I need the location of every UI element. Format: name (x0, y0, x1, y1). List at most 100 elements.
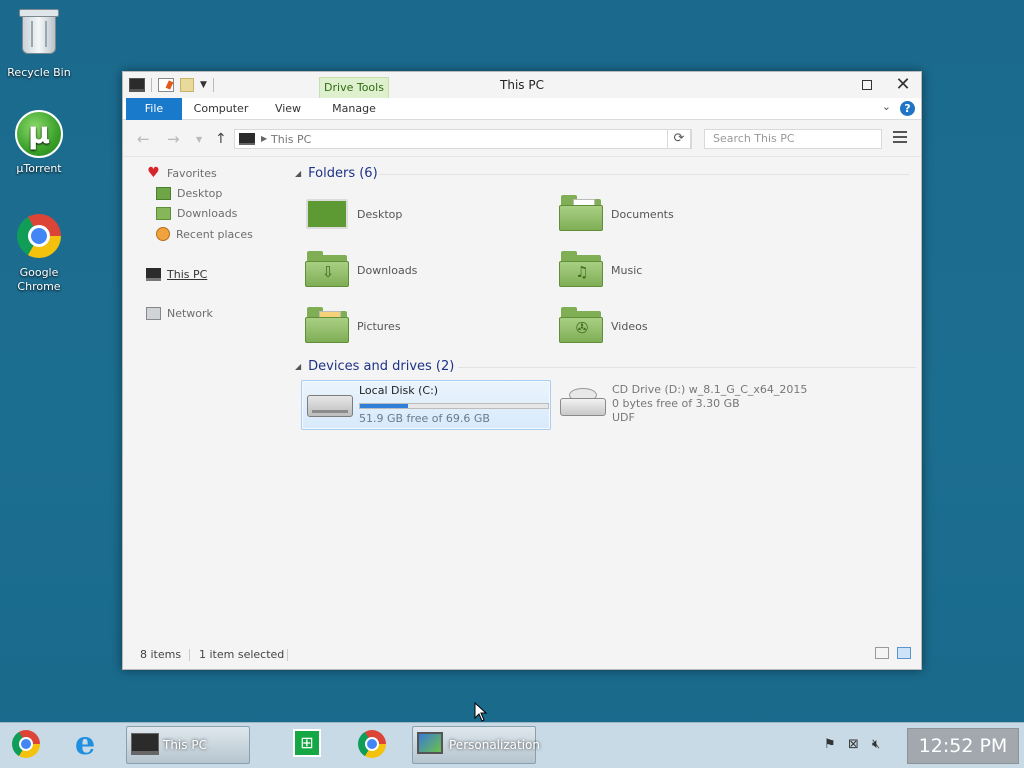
forward-arrow-icon[interactable]: → (167, 130, 180, 148)
drive-free-space: 0 bytes free of 3.30 GB (612, 397, 740, 410)
sidebar-item-label: Desktop (177, 187, 223, 200)
this-pc-icon (146, 268, 161, 281)
sidebar-item-downloads[interactable]: Downloads (156, 207, 237, 220)
this-pc-icon (131, 733, 159, 755)
folder-documents[interactable]: Documents (559, 192, 799, 236)
group-title: Devices and drives (2) (308, 359, 455, 374)
hard-disk-icon (307, 395, 353, 417)
navigation-pane: ♥ Favorites Desktop Downloads Recent pla… (123, 158, 283, 641)
maximize-icon (862, 80, 872, 90)
ribbon-tabs: File Computer View Manage ⌄ ? (123, 98, 921, 120)
downloads-folder-icon: ⇩ (305, 251, 351, 289)
drive-name: CD Drive (D:) w_8.1_G_C_x64_2015 (612, 383, 808, 396)
window-title: This PC (500, 78, 544, 92)
sidebar-item-label: Favorites (167, 167, 217, 180)
divider (379, 174, 909, 175)
taskbar-item-label: This PC (163, 738, 207, 752)
sidebar-item-network[interactable]: Network (146, 307, 213, 320)
taskbar-personalization[interactable]: Personalization (412, 726, 540, 764)
folder-pictures[interactable]: Pictures (305, 304, 545, 348)
cd-drive-icon (560, 388, 606, 418)
expand-ribbon-chevron-icon[interactable]: ⌄ (882, 100, 891, 113)
collapse-triangle-icon[interactable]: ◢ (295, 362, 301, 371)
taskbar-internet-explorer[interactable]: e (68, 726, 102, 764)
folder-videos[interactable]: ✇ Videos (559, 304, 799, 348)
volume-muted-icon[interactable]: 🔇︎ (872, 737, 880, 752)
folder-downloads[interactable]: ⇩ Downloads (305, 248, 545, 292)
divider (458, 367, 916, 368)
desktop-icon-recycle-bin[interactable]: Recycle Bin (1, 9, 77, 80)
back-arrow-icon[interactable]: ← (137, 130, 150, 148)
view-switcher (875, 647, 911, 659)
sidebar-item-label: This PC (167, 268, 208, 281)
up-arrow-icon[interactable]: ↑ (215, 131, 227, 147)
menu-icon[interactable] (893, 131, 907, 144)
taskbar-chrome[interactable] (354, 726, 390, 764)
folder-label: Desktop (357, 207, 403, 221)
close-button[interactable]: ✕ (885, 72, 921, 98)
drive-usage-bar (359, 403, 549, 409)
explorer-window: ▼ Drive Tools This PC ✕ File Computer Vi… (122, 71, 922, 670)
tab-manage[interactable]: Manage (323, 98, 385, 120)
documents-folder-icon (559, 195, 605, 233)
drives-group-header[interactable]: ◢ Devices and drives (2) (295, 359, 916, 374)
sidebar-item-recent-places[interactable]: Recent places (156, 227, 253, 241)
downloads-icon (156, 207, 171, 220)
folder-label: Music (611, 263, 643, 277)
refresh-button[interactable]: ⟳ (667, 129, 691, 149)
action-center-flag-icon[interactable]: ⚑ (824, 737, 836, 752)
videos-folder-icon: ✇ (559, 307, 605, 345)
personalization-icon (417, 732, 443, 754)
recent-locations-chevron-icon[interactable]: ▼ (196, 135, 202, 144)
folder-desktop[interactable]: Desktop (305, 192, 545, 236)
desktop-icon-utorrent[interactable]: µ µTorrent (1, 110, 77, 176)
drive-filesystem: UDF (612, 411, 635, 424)
breadcrumb[interactable]: This PC (271, 133, 311, 146)
maximize-button[interactable] (849, 72, 885, 98)
collapse-triangle-icon[interactable]: ◢ (295, 169, 301, 178)
sidebar-item-desktop[interactable]: Desktop (156, 187, 222, 200)
sidebar-item-label: Downloads (177, 207, 238, 220)
drive-name: Local Disk (C:) (359, 384, 439, 397)
taskbar: e This PC ⊞ Personalization ⚑ ⊠ 🔇︎ 12:52… (0, 722, 1024, 768)
tab-computer[interactable]: Computer (189, 98, 253, 120)
item-count: 8 items (140, 648, 182, 661)
utorrent-icon: µ (15, 110, 63, 158)
address-bar[interactable]: ▶ This PC ⌄ (234, 129, 692, 149)
taskbar-this-pc[interactable]: This PC (126, 726, 250, 764)
sidebar-item-favorites[interactable]: ♥ Favorites (146, 165, 217, 181)
folder-music[interactable]: ♫ Music (559, 248, 799, 292)
title-bar[interactable]: ▼ Drive Tools This PC ✕ (123, 72, 921, 98)
pictures-folder-icon (305, 307, 351, 345)
tab-file[interactable]: File (126, 98, 182, 120)
heart-icon: ♥ (147, 165, 160, 181)
sidebar-item-this-pc[interactable]: This PC (146, 268, 207, 281)
taskbar-store[interactable]: ⊞ (290, 726, 324, 764)
recycle-bin-icon (15, 9, 63, 62)
desktop-icon-google-chrome[interactable]: Google Chrome (1, 214, 77, 294)
recent-places-icon (156, 227, 170, 241)
large-icons-view-icon[interactable] (897, 647, 911, 659)
taskbar-item-label: Personalization (449, 738, 540, 752)
navigation-bar: ← → ▼ ↑ ▶ This PC ⌄ ⟳ Search This PC (123, 121, 921, 157)
music-folder-icon: ♫ (559, 251, 605, 289)
folders-group-header[interactable]: ◢ Folders (6) (295, 166, 909, 181)
folder-label: Documents (611, 207, 674, 221)
folder-label: Downloads (357, 263, 418, 277)
help-button[interactable]: ? (900, 101, 915, 116)
sidebar-item-label: Network (167, 307, 213, 320)
network-status-icon[interactable]: ⊠ (848, 737, 859, 752)
drive-cd-d[interactable]: CD Drive (D:) w_8.1_G_C_x64_2015 0 bytes… (555, 380, 815, 430)
internet-explorer-icon: e (74, 724, 96, 762)
group-title: Folders (6) (308, 166, 378, 181)
tab-view[interactable]: View (263, 98, 313, 120)
drive-local-disk-c[interactable]: Local Disk (C:) 51.9 GB free of 69.6 GB (301, 380, 551, 430)
taskbar-clock[interactable]: 12:52 PM (907, 728, 1019, 764)
content-pane: ◢ Folders (6) Desktop Documents ⇩ Downlo… (289, 158, 921, 641)
details-view-icon[interactable] (875, 647, 889, 659)
search-input[interactable]: Search This PC (704, 129, 882, 149)
breadcrumb-separator-icon[interactable]: ▶ (261, 134, 267, 143)
taskbar-chrome-canary[interactable] (8, 726, 44, 764)
this-pc-icon (239, 133, 255, 145)
chrome-icon (15, 214, 63, 262)
